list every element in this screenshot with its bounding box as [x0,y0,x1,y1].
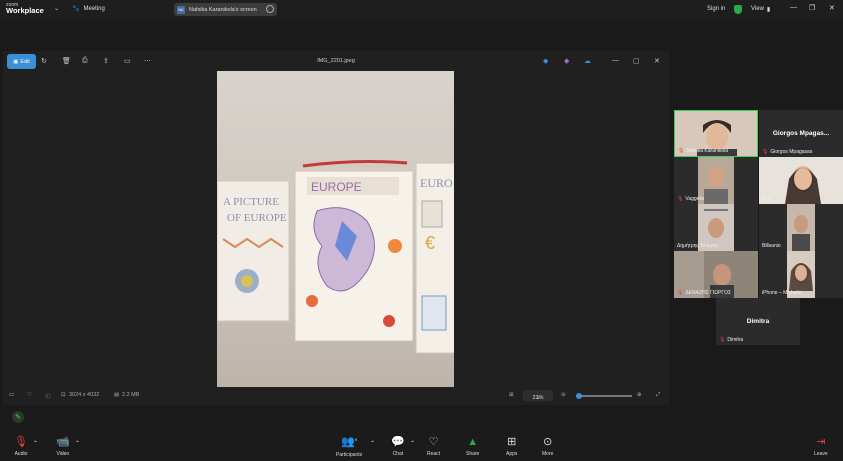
participant-tile[interactable]: Giorgos Mpagas... 🎙 Giorgos Mpagasas [759,110,843,157]
security-shield-icon[interactable] [734,5,742,14]
video-options-chevron-icon[interactable]: ⌃ [75,440,80,447]
more-icon: ⊙ [543,436,553,448]
dimensions-icon: ⊡ [61,392,66,398]
participant-tile[interactable]: 🎙 ΔΕΝΑΖΗΣ ΓΙΩΡΓΟΣ [674,251,758,298]
viewer-minimize-icon[interactable]: — [612,57,619,64]
zoom-level-dropdown[interactable]: 23% ⌄ [523,390,553,401]
participant-tile[interactable]: Billsanio [759,204,843,251]
sign-in-button[interactable]: Sign in [707,6,725,12]
viewer-close-icon[interactable]: ✕ [654,57,660,65]
audio-options-chevron-icon[interactable]: ⌃ [33,440,38,447]
leave-button[interactable]: ⇥ Leave [814,436,828,457]
participant-tile[interactable]: iPhone – Michalis [759,251,843,298]
maximize-icon[interactable]: ❐ [809,4,815,12]
meeting-icon: 🐾 [72,6,80,12]
chevron-down-icon[interactable]: ⌄ [54,5,59,12]
viewer-maximize-icon[interactable]: ▢ [633,57,640,65]
annotate-icon[interactable]: ✎ [12,411,24,423]
participant-tile[interactable]: 🎙 Vaggelis [674,157,758,204]
ai-edit-icon[interactable]: ◆ [543,57,548,65]
apps-icon: ⊞ [507,436,517,448]
svg-text:EUROPE: EUROPE [311,180,362,194]
muted-mic-icon: 🎙 [677,196,684,202]
minimize-icon[interactable]: — [790,4,797,11]
audio-button[interactable]: 🎙 Audio [14,436,28,457]
participants-button[interactable]: 👥9 Participants [336,436,362,458]
apps-button[interactable]: ⊞ Apps [506,436,517,457]
video-button[interactable]: 📹 Video [56,436,70,457]
zoom-out-icon[interactable]: ⊖ [561,392,566,398]
zoom-slider-thumb[interactable] [576,393,582,399]
participant-tile[interactable]: Zoe [759,157,843,204]
chat-chevron-icon[interactable]: ⌃ [410,440,415,447]
svg-text:OF EUROPE: OF EUROPE [227,212,287,224]
share-button[interactable]: ▲ Share [466,436,479,457]
video-off-icon: 📹 [56,436,70,448]
europe-posters-image: A PICTURE OF EUROPE EUROPE EURO € [217,160,454,354]
onedrive-icon[interactable]: ☁ [584,57,591,65]
photo-toolbar: ▣ Edit ↻ 🗑 ⎙ ⇪ ▭ ⋯ IMG_2201.jpeg ◆ ◆ ☁ —… [3,51,669,73]
close-icon[interactable]: ✕ [829,4,835,12]
full-screen-icon[interactable]: ⤢ [656,392,660,399]
svg-text:EURO: EURO [420,176,453,190]
file-size: 2.2 MB [122,392,140,398]
share-screen-icon: ▲ [467,436,479,448]
muted-mic-icon: 🎙 [14,436,28,448]
zoom-logo: zoom Workplace [6,2,44,15]
muted-mic-icon: 🎙 [677,290,684,296]
react-button[interactable]: ♡ React [427,436,440,457]
avatar: NK [177,5,185,14]
grid-view-icon: ▮ [766,7,771,13]
muted-mic-icon: 🎙 [762,149,769,155]
zoom-slider[interactable] [576,393,632,399]
view-button[interactable]: View ▮ [751,6,770,13]
options-icon[interactable] [266,5,274,13]
shared-photo-viewer: ▣ Edit ↻ 🗑 ⎙ ⇪ ▭ ⋯ IMG_2201.jpeg ◆ ◆ ☁ —… [3,51,669,405]
svg-text:€: € [425,233,435,253]
svg-text:A PICTURE: A PICTURE [223,196,279,208]
participant-tile[interactable]: 🎙 Nafsika Karanikola [674,110,758,157]
photo-status-bar: ▭ ♡ ⓘ ⊡ 3024 x 4032 ▤ 2.2 MB ⊞ 23% ⌄ ⊖ ⊕… [3,387,669,405]
participants-icon: 👥 [341,436,355,448]
file-size-icon: ▤ [114,392,120,398]
chat-icon: 💬 [391,436,405,448]
participant-tile[interactable]: Δημήτρης Τσιώρης [674,204,758,251]
image-dimensions: 3024 x 4032 [69,392,100,398]
zoom-in-icon[interactable]: ⊕ [637,392,642,398]
title-bar: zoom Workplace ⌄ 🐾 Meeting NK Nafsika Ka… [0,0,843,19]
heart-icon: ♡ [428,436,439,448]
muted-mic-icon: 🎙 [678,148,685,154]
photo-image: A PICTURE OF EUROPE EUROPE EURO € [217,71,454,387]
meeting-info-button[interactable]: 🐾 Meeting [72,5,105,13]
leave-icon: ⇥ [816,436,826,448]
participant-tile[interactable]: Dimitra 🎙 Dimitra [716,298,800,345]
meeting-controls: 🎙 Audio ⌃ 📹 Video ⌃ 👥9 Participants ⌃ 💬 … [0,433,843,461]
filmstrip-icon[interactable]: ▭ [9,392,14,398]
fit-to-window-icon[interactable]: ⊞ [509,392,514,398]
more-button[interactable]: ⊙ More [542,436,553,457]
copilot-icon[interactable]: ◆ [564,57,569,65]
screen-share-pill[interactable]: NK Nafsika Karanikola's screen [174,3,277,16]
chat-button[interactable]: 💬 Chat [391,436,405,457]
info-icon[interactable]: ⓘ [45,392,51,400]
favorite-icon[interactable]: ♡ [27,392,32,398]
participants-chevron-icon[interactable]: ⌃ [370,440,375,447]
participant-video [759,157,843,204]
muted-mic-icon: 🎙 [719,337,726,343]
chevron-down-icon: ⌄ [535,395,541,401]
